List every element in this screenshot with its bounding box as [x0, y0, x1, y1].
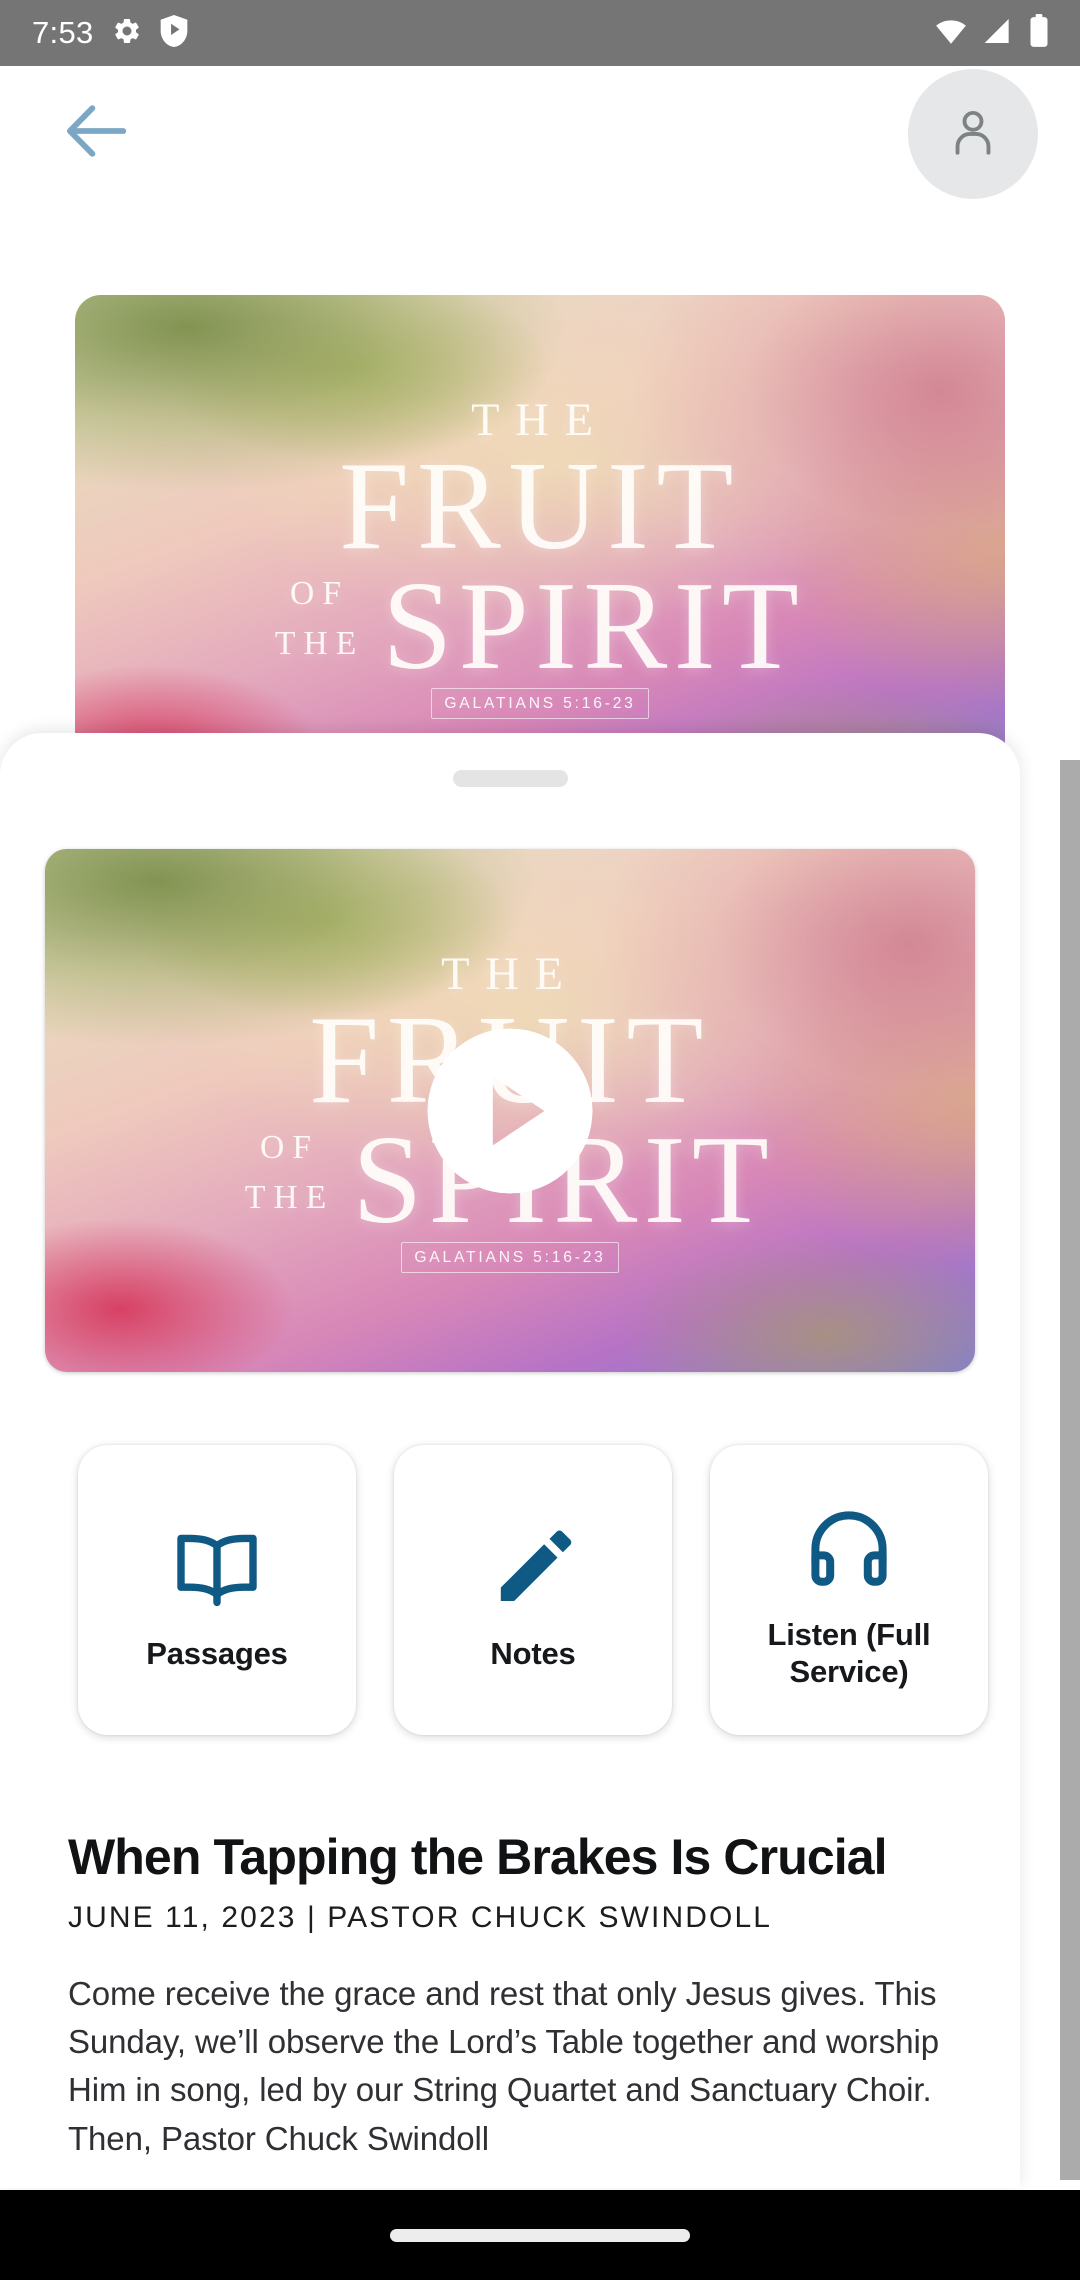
- notes-button[interactable]: Notes: [394, 1445, 672, 1735]
- drag-handle[interactable]: [452, 770, 568, 787]
- action-buttons-row[interactable]: Passages Notes Listen (Full Service): [0, 1445, 1020, 1735]
- artwork-row-2: OF THE SPIRIT: [275, 556, 806, 696]
- listen-full-service-button[interactable]: Listen (Full Service): [710, 1445, 988, 1735]
- person-icon: [944, 102, 1002, 165]
- passages-button-label: Passages: [146, 1635, 288, 1671]
- artwork-line-of: OF: [290, 574, 350, 612]
- gear-icon: [112, 16, 142, 51]
- status-bar: 7:53: [0, 0, 1080, 66]
- play-icon[interactable]: [424, 1025, 596, 1197]
- artwork-row: FRUIT: [339, 436, 741, 576]
- back-button[interactable]: [54, 91, 140, 177]
- status-bar-right: [934, 13, 1050, 53]
- status-bar-left: 7:53: [32, 14, 188, 52]
- video-thumbnail[interactable]: THE FRUIT OF THE SPIRIT GALATIANS 5:16-2…: [45, 849, 975, 1372]
- vertical-scrollbar[interactable]: [1060, 760, 1080, 2180]
- back-arrow-icon: [60, 94, 134, 173]
- app-bar: [0, 66, 1080, 201]
- play-protect-shield-icon: [160, 14, 188, 52]
- video-reference: GALATIANS 5:16-23: [400, 1242, 620, 1274]
- sermon-description: Come receive the grace and rest that onl…: [68, 1975, 939, 2157]
- artwork-reference: GALATIANS 5:16-23: [430, 688, 650, 720]
- avatar-button[interactable]: [908, 68, 1038, 199]
- artwork-line-the2: THE: [274, 625, 365, 663]
- notes-button-label: Notes: [490, 1635, 576, 1671]
- video-line-of: OF: [260, 1128, 320, 1166]
- sermon-byline: JUNE 11, 2023 | PASTOR CHUCK SWINDOLL: [68, 1901, 773, 1934]
- home-gesture-pill[interactable]: [390, 2228, 690, 2242]
- pencil-icon: [487, 1508, 579, 1628]
- sermon-text-block: When Tapping the Brakes Is Crucial JUNE …: [0, 1831, 1020, 2163]
- artwork-line-fruit: FRUIT: [339, 436, 741, 576]
- video-line-the2: THE: [244, 1179, 335, 1217]
- passages-button[interactable]: Passages: [78, 1445, 356, 1735]
- system-navigation-bar: [0, 2190, 1080, 2280]
- listen-button-label: Listen (Full Service): [767, 1617, 931, 1689]
- battery-icon: [1028, 13, 1050, 53]
- cellular-signal-icon: [982, 15, 1014, 52]
- status-bar-clock: 7:53: [32, 15, 94, 50]
- wifi-icon: [934, 14, 968, 53]
- video-of-the: OF THE: [245, 1123, 334, 1241]
- headphones-icon: [801, 1489, 897, 1609]
- sermon-title: When Tapping the Brakes Is Crucial: [68, 1829, 888, 1885]
- bottom-sheet[interactable]: THE FRUIT OF THE SPIRIT GALATIANS 5:16-2…: [0, 733, 1020, 2188]
- artwork-of-the: OF THE: [275, 569, 364, 687]
- artwork-line-spirit: SPIRIT: [382, 556, 806, 696]
- open-book-icon: [169, 1508, 265, 1628]
